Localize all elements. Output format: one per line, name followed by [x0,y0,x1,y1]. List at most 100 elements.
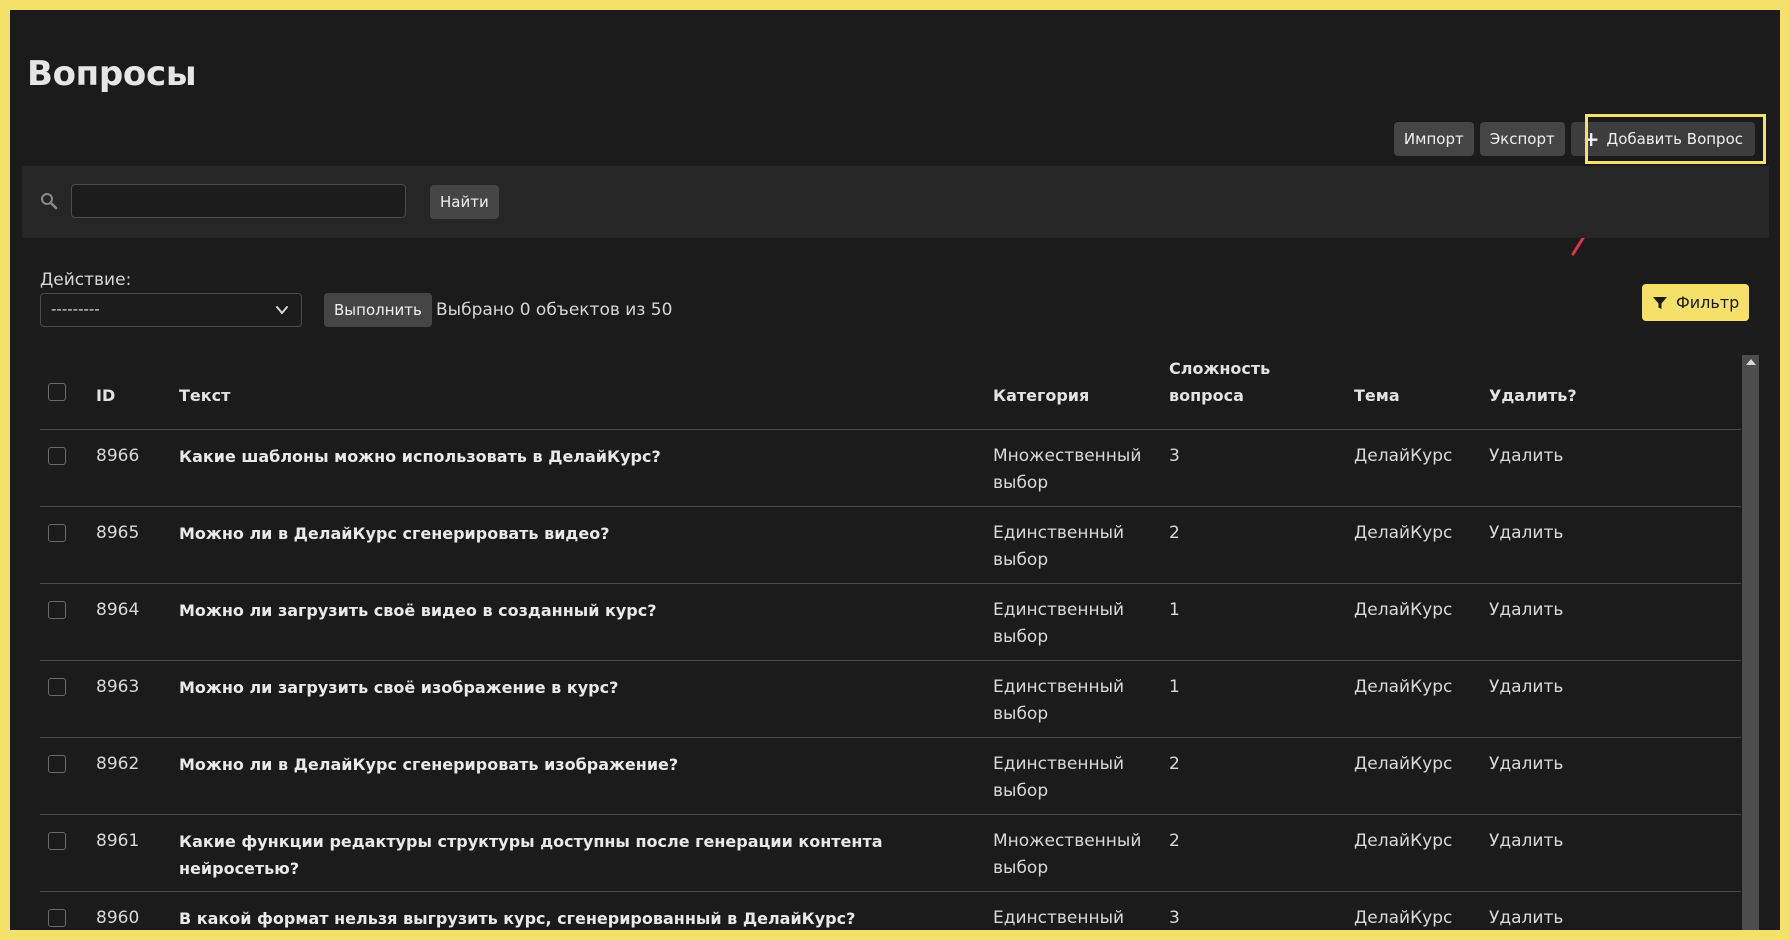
cell-delete-link[interactable]: Удалить [1481,506,1741,584]
cell-id: 8965 [88,506,171,584]
select-all-checkbox[interactable] [48,383,66,401]
column-header-category[interactable]: Категория [985,355,1161,430]
cell-id: 8961 [88,814,171,892]
cell-difficulty: 1 [1161,583,1346,661]
cell-category-line2: выбор [993,550,1049,570]
filter-icon [1653,296,1667,309]
cell-delete-link[interactable]: Удалить [1481,814,1741,892]
table-row: 8963 Можно ли загрузить своё изображение … [40,660,1741,738]
column-header-text[interactable]: Текст [171,355,985,430]
cell-delete-link[interactable]: Удалить [1481,891,1741,930]
cell-category-line2: выбор [993,473,1049,493]
cell-id: 8963 [88,660,171,738]
cell-text-link[interactable]: Какие функции редактуры структуры доступ… [171,814,985,892]
cell-text-link[interactable]: Можно ли загрузить своё видео в созданны… [171,583,985,661]
cell-id: 8960 [88,891,171,930]
cell-category-line1: Единственный [993,754,1125,774]
action-label: Действие: [40,270,132,290]
cell-category: Множественный выбор [985,814,1161,892]
cell-category-line1: Единственный [993,677,1125,697]
table-row: 8964 Можно ли загрузить своё видео в созд… [40,583,1741,661]
cell-id: 8966 [88,429,171,507]
chevron-down-icon [276,306,288,314]
cell-category-line1: Единственный [993,600,1125,620]
scroll-up-icon[interactable] [1746,359,1756,365]
scrollbar[interactable] [1742,355,1759,930]
row-checkbox[interactable] [48,755,66,773]
cell-topic: ДелайКурс [1346,814,1481,892]
row-checkbox[interactable] [48,909,66,927]
cell-topic: ДелайКурс [1346,583,1481,661]
row-checkbox[interactable] [48,524,66,542]
cell-id: 8964 [88,583,171,661]
action-select[interactable]: --------- [40,293,302,327]
column-header-topic[interactable]: Тема [1346,355,1481,430]
cell-delete-link[interactable]: Удалить [1481,583,1741,661]
cell-delete-link[interactable]: Удалить [1481,737,1741,815]
filter-label: Фильтр [1676,293,1740,312]
cell-text-link[interactable]: Какие шаблоны можно использовать в Делай… [171,429,985,507]
row-checkbox[interactable] [48,447,66,465]
import-button[interactable]: Импорт [1393,122,1474,156]
cell-topic: ДелайКурс [1346,737,1481,815]
selection-status: Выбрано 0 объектов из 50 [436,300,673,320]
cell-delete-link[interactable]: Удалить [1481,429,1741,507]
cell-difficulty: 2 [1161,814,1346,892]
cell-category: Единственный выбор [985,506,1161,584]
cell-text-link[interactable]: Можно ли в ДелайКурс сгенерировать видео… [171,506,985,584]
questions-table: ID Текст Категория Сложность вопроса Тем… [40,355,1741,930]
cell-difficulty: 2 [1161,506,1346,584]
cell-topic: ДелайКурс [1346,891,1481,930]
table-row: 8960 В какой формат нельзя выгрузить курс… [40,891,1741,930]
cell-topic: ДелайКурс [1346,506,1481,584]
cell-topic: ДелайКурс [1346,429,1481,507]
search-bar: Найти [22,166,1769,238]
search-input[interactable] [71,184,406,218]
table-row: 8965 Можно ли в ДелайКурс сгенерировать в… [40,506,1741,584]
cell-id: 8962 [88,737,171,815]
cell-category-line1: Множественный [993,446,1142,466]
cell-text-link[interactable]: Можно ли в ДелайКурс сгенерировать изобр… [171,737,985,815]
column-header-difficulty-line2: вопроса [1169,386,1244,405]
action-select-value: --------- [51,300,100,318]
cell-difficulty: 1 [1161,660,1346,738]
cell-category-line1: Единственный [993,908,1125,928]
cell-category-line1: Множественный [993,831,1142,851]
run-action-button[interactable]: Выполнить [324,293,432,327]
cell-text-link[interactable]: Можно ли загрузить своё изображение в ку… [171,660,985,738]
cell-category-line2: выбор [993,858,1049,878]
table-header-row: ID Текст Категория Сложность вопроса Тем… [40,355,1741,430]
add-question-label: Добавить Вопрос [1606,130,1744,148]
cell-difficulty: 3 [1161,891,1346,930]
cell-category-line2: выбор [993,704,1049,724]
table-row: 8961 Какие функции редактуры структуры до… [40,814,1741,892]
column-header-difficulty-line1: Сложность [1169,359,1271,378]
page-title: Вопросы [27,54,197,94]
cell-category: Единственный выбор [985,737,1161,815]
column-header-delete: Удалить? [1481,355,1741,430]
plus-icon: + [1582,127,1600,151]
cell-text-link[interactable]: В какой формат нельзя выгрузить курс, сг… [171,891,985,930]
search-button[interactable]: Найти [430,185,499,219]
cell-topic: ДелайКурс [1346,660,1481,738]
search-icon [41,193,58,210]
column-header-id[interactable]: ID [88,355,171,430]
top-actions: Импорт Экспорт + Добавить Вопрос [1393,122,1755,156]
row-checkbox[interactable] [48,832,66,850]
table-row: 8962 Можно ли в ДелайКурс сгенерировать и… [40,737,1741,815]
cell-category-line2: выбор [993,781,1049,801]
cell-category: Единственный выбор [985,583,1161,661]
cell-category-line2: выбор [993,627,1049,647]
cell-category: Единственныйвыбор [985,891,1161,930]
cell-delete-link[interactable]: Удалить [1481,660,1741,738]
column-header-difficulty[interactable]: Сложность вопроса [1161,355,1346,430]
row-checkbox[interactable] [48,601,66,619]
add-question-button[interactable]: + Добавить Вопрос [1570,122,1755,156]
table-row: 8966 Какие шаблоны можно использовать в Д… [40,429,1741,507]
cell-category-line1: Единственный [993,523,1125,543]
export-button[interactable]: Экспорт [1479,122,1565,156]
row-checkbox[interactable] [48,678,66,696]
cell-difficulty: 2 [1161,737,1346,815]
cell-category: Единственный выбор [985,660,1161,738]
filter-button[interactable]: Фильтр [1642,284,1750,321]
